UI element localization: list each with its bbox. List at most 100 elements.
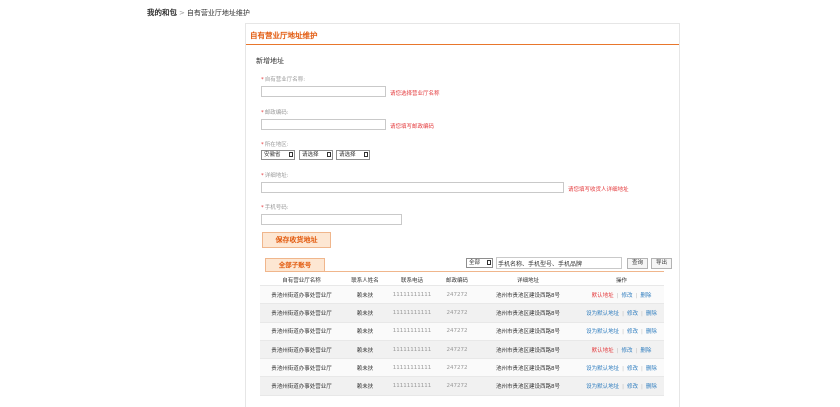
table-row: 贵池州街道办事处营业厅 赖未扶 11111111111 247272 池州市贵池区建设西… [260, 358, 664, 378]
delete-link[interactable]: 删除 [646, 366, 657, 372]
set-default-link[interactable]: 设为默认地址 [586, 384, 619, 390]
table-header-row: 自有营业厅名称 联系人姓名 联系电话 邮政编码 详细地址 操作 [260, 274, 664, 286]
chevron-down-icon [487, 260, 491, 265]
table-row: 贵池州街道办事处营业厅 赖未扶 11111111111 247272 池州市贵池区建设西… [260, 285, 664, 305]
cell-zip: 247272 [437, 303, 477, 323]
delete-link[interactable]: 删除 [646, 384, 657, 390]
edit-link[interactable]: 修改 [627, 384, 638, 390]
cell-contact: 赖未扶 [343, 340, 387, 360]
default-address-label: 默认地址 [591, 347, 614, 354]
separator: | [622, 384, 624, 391]
hall-name-input[interactable] [261, 86, 386, 97]
cell-contact: 赖未扶 [343, 322, 387, 341]
address-input[interactable] [261, 182, 564, 193]
cell-hall-name: 贵池州街道办事处营业厅 [260, 340, 343, 360]
set-default-link[interactable]: 设为默认地址 [586, 329, 619, 335]
column-header: 自有营业厅名称 [260, 274, 343, 286]
save-address-button[interactable]: 保存收货地址 [262, 232, 331, 248]
cell-address: 池州市贵池区建设西路8号 [477, 322, 579, 341]
table-row: 贵池州街道办事处营业厅 赖未扶 11111111111 247272 池州市贵池区建设西… [260, 322, 664, 341]
cell-zip: 247272 [437, 322, 477, 341]
cell-actions: 默认地址 | 修改 | 删除 [579, 340, 664, 360]
cell-hall-name: 贵池州街道办事处营业厅 [260, 358, 343, 378]
delete-link[interactable]: 删除 [640, 348, 651, 354]
chevron-down-icon [364, 152, 368, 157]
separator: | [635, 347, 638, 354]
set-default-link[interactable]: 设为默认地址 [586, 366, 619, 372]
separator: | [641, 384, 643, 391]
list-toolbar: 全部子账号 全部 手机名称、手机型号、手机品牌 查询 导出 [260, 257, 672, 272]
address-panel: 自有营业厅地址维护 新增地址 *自有营业厅名称: 请您选择营业厅名称 *邮政编码… [245, 23, 680, 407]
cell-phone: 11111111111 [387, 358, 437, 378]
section-title: 新增地址 [256, 57, 284, 65]
cell-zip: 247272 [437, 340, 477, 360]
column-header: 详细地址 [477, 274, 579, 286]
edit-link[interactable]: 修改 [627, 366, 638, 372]
edit-link[interactable]: 修改 [621, 348, 632, 354]
cell-zip: 247272 [437, 358, 477, 378]
zip-input[interactable] [261, 119, 386, 130]
filter-select[interactable]: 全部 [466, 258, 493, 268]
district-select[interactable]: 请选择 [336, 150, 370, 160]
cell-address: 池州市贵池区建设西路8号 [477, 285, 579, 305]
breadcrumb-home[interactable]: 我的和包 [147, 8, 177, 17]
chevron-down-icon [289, 152, 293, 157]
separator: | [622, 310, 624, 317]
separator: | [622, 365, 624, 372]
cell-actions: 设为默认地址 | 修改 | 删除 [579, 303, 664, 323]
separator: | [616, 292, 619, 299]
table-row: 贵池州街道办事处营业厅 赖未扶 11111111111 247272 池州市贵池区建设西… [260, 376, 664, 396]
cell-address: 池州市贵池区建设西路8号 [477, 358, 579, 378]
tab-divider [265, 271, 664, 272]
zip-label: *邮政编码: [261, 110, 289, 116]
cell-contact: 赖未扶 [343, 358, 387, 378]
delete-link[interactable]: 删除 [646, 329, 657, 335]
cell-actions: 设为默认地址 | 修改 | 删除 [579, 376, 664, 396]
cell-contact: 赖未扶 [343, 376, 387, 396]
chevron-down-icon [327, 152, 331, 157]
cell-address: 池州市贵池区建设西路8号 [477, 340, 579, 360]
cell-actions: 设为默认地址 | 修改 | 删除 [579, 358, 664, 378]
cell-address: 池州市贵池区建设西路8号 [477, 303, 579, 323]
table-row: 贵池州街道办事处营业厅 赖未扶 11111111111 247272 池州市贵池区建设西… [260, 340, 664, 360]
query-button[interactable]: 查询 [627, 258, 648, 269]
cell-hall-name: 贵池州街道办事处营业厅 [260, 285, 343, 305]
edit-link[interactable]: 修改 [621, 293, 632, 299]
delete-link[interactable]: 删除 [646, 311, 657, 317]
set-default-link[interactable]: 设为默认地址 [586, 311, 619, 317]
separator: | [641, 310, 643, 317]
cell-hall-name: 贵池州街道办事处营业厅 [260, 322, 343, 341]
column-header: 操作 [579, 274, 664, 286]
edit-link[interactable]: 修改 [627, 311, 638, 317]
cell-address: 池州市贵池区建设西路8号 [477, 376, 579, 396]
tab-all-subaccounts[interactable]: 全部子账号 [265, 258, 325, 271]
phone-input[interactable] [261, 214, 402, 225]
phone-label: *手机号码: [261, 205, 289, 211]
cell-hall-name: 贵池州街道办事处营业厅 [260, 376, 343, 396]
breadcrumb: 我的和包 > 自有营业厅地址维护 [147, 7, 250, 18]
cell-phone: 11111111111 [387, 376, 437, 396]
edit-link[interactable]: 修改 [627, 329, 638, 335]
cell-zip: 247272 [437, 376, 477, 396]
cell-phone: 11111111111 [387, 285, 437, 305]
cell-phone: 11111111111 [387, 322, 437, 341]
delete-link[interactable]: 删除 [640, 293, 651, 299]
cell-contact: 赖未扶 [343, 303, 387, 323]
province-select[interactable]: 安徽省 [261, 150, 295, 160]
hall-name-error: 请您选择营业厅名称 [390, 91, 440, 97]
breadcrumb-current: 自有营业厅地址维护 [186, 9, 250, 17]
cell-actions: 默认地址 | 修改 | 删除 [579, 285, 664, 305]
column-header: 联系人姓名 [343, 274, 387, 286]
cell-zip: 247272 [437, 285, 477, 305]
cell-phone: 11111111111 [387, 303, 437, 323]
address-label: *详细地址: [261, 173, 289, 179]
separator: | [622, 329, 624, 336]
export-button[interactable]: 导出 [651, 258, 672, 269]
separator: | [641, 329, 643, 336]
city-select[interactable]: 请选择 [299, 150, 333, 160]
column-header: 邮政编码 [437, 274, 477, 286]
separator: | [616, 347, 619, 354]
hall-name-label: *自有营业厅名称: [261, 77, 306, 83]
address-error: 请您填写收货人详细地址 [568, 187, 629, 193]
separator: | [635, 292, 638, 299]
